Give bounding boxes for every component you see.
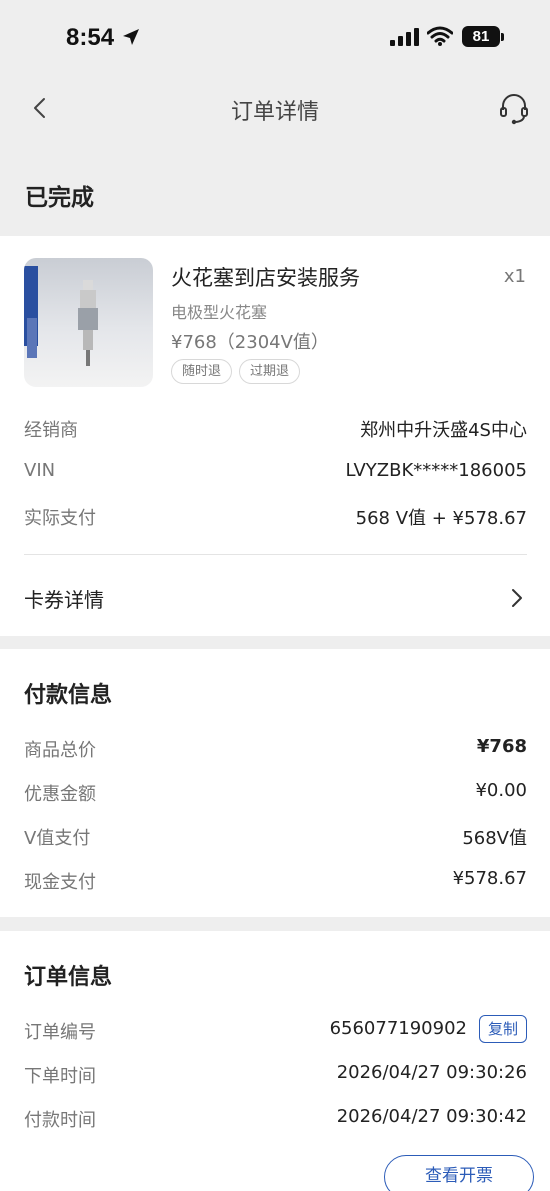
order-number-value: 656077190902 — [329, 1018, 467, 1039]
vin-value: LVYZBK*****186005 — [345, 460, 527, 481]
payment-label: 优惠金额 — [24, 784, 96, 805]
discount-value: ¥0.00 — [475, 780, 527, 801]
cellular-signal-icon — [390, 28, 419, 46]
detail-row-vin: VIN LVYZBK*****186005 — [24, 460, 527, 490]
order-info-card: 订单信息 订单编号 656077190902 复制 下单时间 2026/04/2… — [0, 931, 550, 1191]
detail-label: 经销商 — [24, 420, 78, 441]
detail-row-actual-payment: 实际支付 568 V值 + ¥578.67 — [24, 504, 527, 534]
order-row-paid-time: 付款时间 2026/04/27 09:30:42 — [24, 1106, 527, 1136]
detail-label: 实际支付 — [24, 508, 96, 529]
customer-service-icon[interactable] — [498, 92, 530, 126]
total-price-value: ¥768 — [476, 736, 527, 757]
payment-row-total: 商品总价 ¥768 — [24, 736, 527, 766]
order-label: 订单编号 — [24, 1022, 96, 1043]
copy-button[interactable]: 复制 — [478, 1015, 527, 1043]
order-row-created-time: 下单时间 2026/04/27 09:30:26 — [24, 1062, 527, 1092]
product-spec: 电极型火花塞 — [171, 303, 268, 322]
status-bar: 8:54 81 — [0, 0, 550, 70]
v-points-value: 568V值 — [462, 828, 527, 849]
order-row-number: 订单编号 656077190902 复制 — [24, 1015, 527, 1048]
payment-label: 现金支付 — [24, 872, 96, 893]
status-time: 8:54 — [66, 24, 115, 51]
page-title: 订单详情 — [230, 100, 319, 125]
battery-tip — [501, 33, 504, 41]
nav-bar: 订单详情 — [0, 70, 550, 146]
view-invoice-button[interactable]: 查看开票 — [384, 1155, 534, 1191]
order-status: 已完成 — [25, 185, 94, 211]
payment-label: 商品总价 — [24, 740, 96, 761]
payment-info-title: 付款信息 — [24, 683, 113, 708]
created-time-value: 2026/04/27 09:30:26 — [336, 1062, 527, 1083]
paid-time-value: 2026/04/27 09:30:42 — [336, 1106, 527, 1127]
divider — [24, 554, 527, 555]
voucher-details-row[interactable]: 卡券详情 — [24, 584, 527, 614]
payment-label: V值支付 — [24, 828, 91, 849]
order-label: 下单时间 — [24, 1066, 96, 1087]
cash-payment-value: ¥578.67 — [452, 868, 527, 889]
payment-row-cash: 现金支付 ¥578.67 — [24, 868, 527, 898]
tag-refund-expired: 过期退 — [239, 359, 301, 384]
chevron-right-icon — [512, 589, 522, 607]
product-quantity: x1 — [503, 266, 526, 287]
product-image — [24, 258, 153, 387]
spark-plug-image — [24, 266, 98, 366]
order-info-title: 订单信息 — [24, 965, 113, 990]
product-name: 火花塞到店安装服务 — [171, 266, 360, 290]
product-card: 火花塞到店安装服务 x1 电极型火花塞 ¥768（2304V值） 随时退 过期退… — [0, 236, 550, 636]
detail-label: VIN — [24, 460, 56, 481]
payment-row-discount: 优惠金额 ¥0.00 — [24, 780, 527, 810]
wifi-icon — [427, 26, 453, 46]
battery-indicator: 81 — [462, 26, 500, 47]
product-price: ¥768（2304V值） — [171, 332, 329, 353]
location-arrow-icon — [123, 29, 139, 45]
payment-info-card: 付款信息 商品总价 ¥768 优惠金额 ¥0.00 V值支付 568V值 现金支… — [0, 649, 550, 917]
actual-payment-value: 568 V值 + ¥578.67 — [355, 508, 527, 529]
payment-row-v-points: V值支付 568V值 — [24, 824, 527, 854]
voucher-details-label: 卡券详情 — [24, 588, 104, 612]
tag-refund-anytime: 随时退 — [171, 359, 233, 384]
detail-row-dealer: 经销商 郑州中升沃盛4S中心 — [24, 416, 527, 446]
order-label: 付款时间 — [24, 1110, 96, 1131]
dealer-value: 郑州中升沃盛4S中心 — [360, 420, 527, 441]
